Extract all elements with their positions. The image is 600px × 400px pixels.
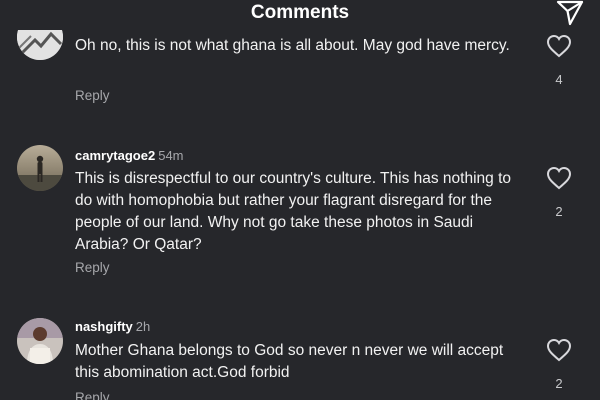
- avatar[interactable]: [17, 145, 63, 191]
- heart-icon[interactable]: [546, 338, 572, 362]
- comment-header: nashgifty 2h: [75, 319, 150, 335]
- reply-button[interactable]: Reply: [75, 260, 110, 275]
- comment-text: Oh no, this is not what ghana is all abo…: [75, 37, 510, 54]
- heart-icon[interactable]: [546, 166, 572, 190]
- send-icon[interactable]: [554, 0, 586, 26]
- timestamp: 2h: [135, 319, 151, 334]
- comment-text: Mother Ghana belongs to God so never n n…: [75, 342, 504, 381]
- page-title: Comments: [250, 2, 350, 23]
- like-count: 2: [555, 204, 563, 219]
- reply-button[interactable]: Reply: [75, 390, 110, 400]
- reply-button[interactable]: Reply: [75, 88, 110, 103]
- username[interactable]: camrytagoe2: [75, 148, 155, 163]
- comment-item: nashgifty 2h Mother Ghana belongs to God …: [0, 290, 600, 400]
- comment-header: camrytagoe2 54m: [75, 148, 184, 164]
- comments-header: Comments: [0, 0, 600, 30]
- avatar[interactable]: [17, 318, 63, 364]
- comment-text: This is disrespectful to our country's c…: [75, 170, 512, 253]
- like-count: 4: [555, 72, 563, 87]
- username[interactable]: nashgifty: [75, 319, 133, 334]
- timestamp: 54m: [158, 148, 184, 163]
- heart-icon[interactable]: [546, 34, 572, 58]
- comment-item: camrytagoe2 54m This is disrespectful to …: [0, 120, 600, 290]
- like-count: 2: [555, 376, 563, 391]
